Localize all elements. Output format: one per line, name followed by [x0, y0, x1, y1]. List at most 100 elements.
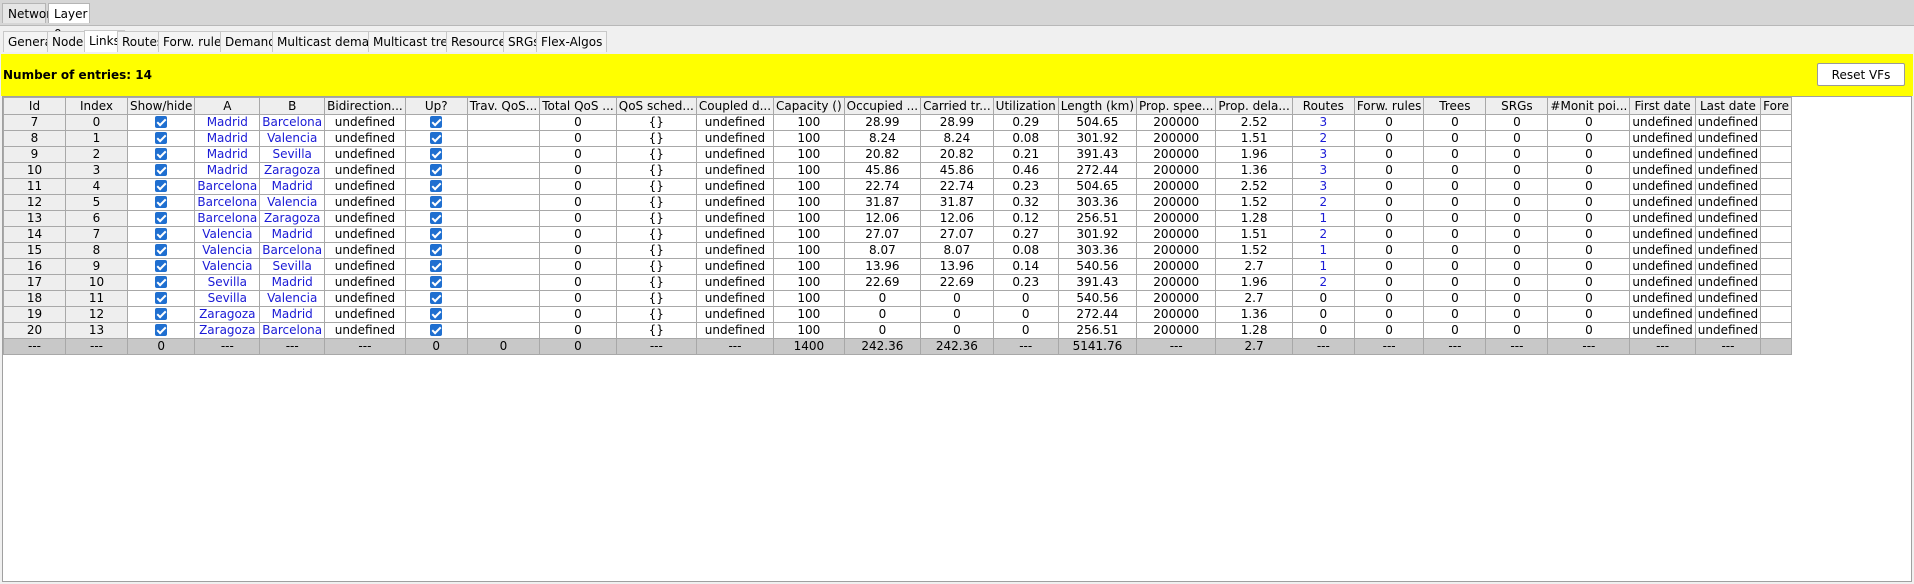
column-header[interactable]: Last date: [1694, 97, 1762, 115]
checkbox-checked-icon[interactable]: [155, 131, 168, 144]
window-tab-layer-0[interactable]: Layer 0: [48, 3, 90, 41]
checkbox-checked-icon[interactable]: [155, 243, 168, 256]
table-cell[interactable]: [404, 290, 468, 307]
table-cell[interactable]: [404, 258, 468, 275]
tab-flex-algos[interactable]: Flex-Algos: [536, 31, 608, 52]
table-cell[interactable]: [126, 210, 196, 227]
table-row[interactable]: 19 12 Zaragoza Madrid undefined 0{} undefined 1…: [3, 306, 1792, 323]
column-header[interactable]: Trav. QoS...: [466, 97, 541, 115]
reset-vfs-button[interactable]: Reset VFs: [1817, 63, 1905, 86]
checkbox-checked-icon[interactable]: [155, 291, 168, 304]
checkbox-checked-icon[interactable]: [155, 179, 168, 192]
table-cell[interactable]: [404, 210, 468, 227]
table-cell[interactable]: [404, 162, 468, 179]
column-header[interactable]: Trees: [1423, 97, 1487, 115]
window-tab-network[interactable]: Network: [2, 3, 58, 23]
column-header[interactable]: Show/hide: [126, 97, 196, 115]
column-header[interactable]: #Monit poi...: [1547, 97, 1631, 115]
column-header[interactable]: Total QoS ...: [539, 97, 617, 115]
table-cell[interactable]: [404, 130, 468, 147]
checkbox-checked-icon[interactable]: [430, 131, 443, 144]
table-cell[interactable]: [126, 274, 196, 291]
checkbox-checked-icon[interactable]: [155, 115, 168, 128]
checkbox-checked-icon[interactable]: [155, 195, 168, 208]
table-cell[interactable]: [126, 130, 196, 147]
table-cell[interactable]: [126, 322, 196, 339]
table-cell[interactable]: [126, 226, 196, 243]
table-row[interactable]: 14 7 Valencia Madrid undefined 0{} undefined 10…: [3, 226, 1792, 243]
table-cell[interactable]: [404, 274, 468, 291]
checkbox-checked-icon[interactable]: [430, 211, 443, 224]
table-cell[interactable]: [404, 194, 468, 211]
checkbox-checked-icon[interactable]: [155, 307, 168, 320]
column-header[interactable]: Id: [3, 97, 66, 115]
column-header[interactable]: Up?: [404, 97, 468, 115]
table-row[interactable]: 7 0 Madrid Barcelona undefined 0{} undefined 10…: [3, 114, 1792, 131]
column-header[interactable]: Prop. dela...: [1215, 97, 1293, 115]
checkbox-checked-icon[interactable]: [430, 307, 443, 320]
checkbox-checked-icon[interactable]: [430, 227, 443, 240]
table-cell[interactable]: [404, 226, 468, 243]
table-cell[interactable]: [126, 290, 196, 307]
checkbox-checked-icon[interactable]: [155, 147, 168, 160]
column-header[interactable]: First date: [1629, 97, 1696, 115]
table-cell[interactable]: [126, 178, 196, 195]
checkbox-checked-icon[interactable]: [430, 291, 443, 304]
table-row[interactable]: 18 11 Sevilla Valencia undefined 0{} undefined…: [3, 290, 1792, 307]
checkbox-checked-icon[interactable]: [430, 163, 443, 176]
column-header[interactable]: Capacity (): [773, 97, 845, 115]
column-header[interactable]: Length (km): [1057, 97, 1138, 115]
column-header[interactable]: A: [194, 97, 261, 115]
table-row[interactable]: 10 3 Madrid Zaragoza undefined 0{} undefined 10…: [3, 162, 1792, 179]
column-header[interactable]: Routes: [1291, 97, 1355, 115]
column-header[interactable]: Occupied ...: [843, 97, 922, 115]
table-row[interactable]: 17 10 Sevilla Madrid undefined 0{} undefined 10…: [3, 274, 1792, 291]
table-cell[interactable]: [126, 258, 196, 275]
table-cell[interactable]: [404, 242, 468, 259]
column-header[interactable]: QoS sched...: [615, 97, 697, 115]
table-cell[interactable]: [404, 114, 468, 131]
column-header[interactable]: SRGs: [1485, 97, 1549, 115]
checkbox-checked-icon[interactable]: [155, 211, 168, 224]
table-row[interactable]: 20 13 Zaragoza Barcelona undefined 0{} undefin…: [3, 322, 1792, 339]
column-header[interactable]: Prop. spee...: [1136, 97, 1217, 115]
checkbox-checked-icon[interactable]: [155, 227, 168, 240]
table-cell[interactable]: [126, 146, 196, 163]
checkbox-checked-icon[interactable]: [430, 323, 443, 336]
table-row[interactable]: 9 2 Madrid Sevilla undefined 0{} undefined 100 2…: [3, 146, 1792, 163]
table-row[interactable]: 13 6 Barcelona Zaragoza undefined 0{} undefine…: [3, 210, 1792, 227]
column-header[interactable]: Forw. rules: [1353, 97, 1425, 115]
table-cell[interactable]: [404, 178, 468, 195]
checkbox-checked-icon[interactable]: [155, 163, 168, 176]
table-cell[interactable]: [126, 306, 196, 323]
checkbox-checked-icon[interactable]: [430, 115, 443, 128]
checkbox-checked-icon[interactable]: [430, 275, 443, 288]
column-header[interactable]: Coupled d...: [695, 97, 775, 115]
table-cell[interactable]: [126, 194, 196, 211]
column-header[interactable]: Carried tr...: [920, 97, 994, 115]
checkbox-checked-icon[interactable]: [430, 259, 443, 272]
checkbox-checked-icon[interactable]: [430, 147, 443, 160]
checkbox-checked-icon[interactable]: [430, 243, 443, 256]
column-header[interactable]: Index: [65, 97, 128, 115]
table-cell[interactable]: [126, 114, 196, 131]
table-row[interactable]: 15 8 Valencia Barcelona undefined 0{} undefine…: [3, 242, 1792, 259]
table-row[interactable]: 8 1 Madrid Valencia undefined 0{} undefined 100…: [3, 130, 1792, 147]
checkbox-checked-icon[interactable]: [155, 259, 168, 272]
table-row[interactable]: 11 4 Barcelona Madrid undefined 0{} undefined 1…: [3, 178, 1792, 195]
table-row[interactable]: 16 9 Valencia Sevilla undefined 0{} undefined 1…: [3, 258, 1792, 275]
table-cell[interactable]: [404, 306, 468, 323]
table-cell[interactable]: [126, 162, 196, 179]
checkbox-checked-icon[interactable]: [430, 179, 443, 192]
column-header[interactable]: Fore: [1760, 97, 1792, 115]
checkbox-checked-icon[interactable]: [155, 323, 168, 336]
checkbox-checked-icon[interactable]: [430, 195, 443, 208]
checkbox-checked-icon[interactable]: [155, 275, 168, 288]
table-row[interactable]: 12 5 Barcelona Valencia undefined 0{} undefine…: [3, 194, 1792, 211]
table-cell[interactable]: [404, 146, 468, 163]
table-cell[interactable]: [126, 242, 196, 259]
column-header[interactable]: Bidirection...: [324, 97, 406, 115]
column-header[interactable]: Utilization: [992, 97, 1059, 115]
column-header[interactable]: B: [259, 97, 326, 115]
table-cell[interactable]: [404, 322, 468, 339]
